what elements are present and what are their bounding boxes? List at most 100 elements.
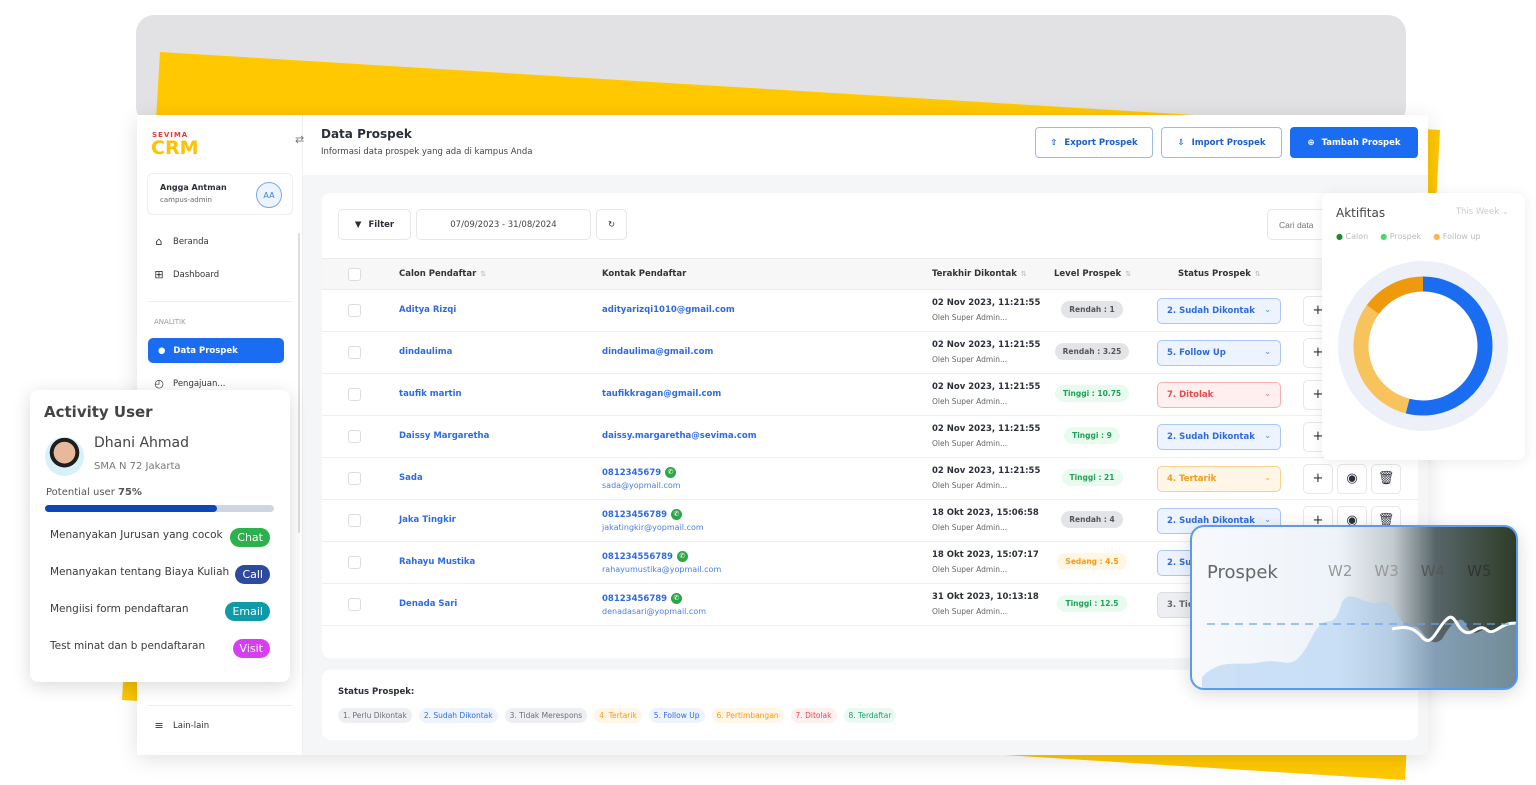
legend-title: Status Prospek: (338, 687, 415, 697)
row-checkbox[interactable] (348, 472, 361, 485)
row-checkbox[interactable] (348, 514, 361, 527)
user-card[interactable]: Angga Antman campus-admin AA (147, 173, 293, 215)
email-link[interactable]: adityarizqi1010@gmail.com (602, 305, 735, 315)
whatsapp-icon[interactable]: ✆ (676, 551, 688, 562)
sidebar-item-dashboard[interactable]: ⊞ Dashboard (153, 268, 219, 281)
plus-circle-icon: ⊕ (1307, 137, 1315, 148)
sidebar-scrollbar[interactable] (298, 233, 300, 533)
level-badge: Tinggi : 21 (1052, 469, 1132, 486)
prospect-name-link[interactable]: Sada (399, 473, 423, 483)
level-badge: Rendah : 1 (1052, 301, 1132, 318)
sidebar-item-beranda[interactable]: ⌂ Beranda (153, 235, 209, 248)
sidebar-item-data-prospek[interactable]: ● Data Prospek (148, 338, 284, 363)
export-label: Export Prospek (1064, 137, 1138, 148)
email-link[interactable]: denadasari@yopmail.com (602, 607, 706, 616)
email-link[interactable]: rahayumustika@yopmail.com (602, 565, 721, 574)
donut-track (1338, 261, 1508, 431)
email-link[interactable]: taufikkragan@gmail.com (602, 389, 721, 399)
period-select[interactable]: This Week ⌄ (1456, 207, 1509, 217)
date-range-picker[interactable]: 07/09/2023 - 31/08/2024 (416, 209, 591, 240)
activity-title: Activity User (44, 403, 153, 421)
activity-tag[interactable]: Visit (232, 639, 270, 658)
prospect-name-link[interactable]: Rahayu Mustika (399, 557, 475, 567)
delete-button[interactable]: 🗑 (1371, 464, 1401, 494)
add-prospek-button[interactable]: ⊕ Tambah Prospek (1290, 127, 1418, 158)
legend-item: ● Follow up (1433, 232, 1481, 241)
select-all-checkbox[interactable] (348, 268, 361, 281)
page-subtitle: Informasi data prospek yang ada di kampu… (321, 147, 533, 157)
import-button[interactable]: ⇩ Import Prospek (1161, 127, 1282, 158)
chevron-down-icon: ⌄ (1264, 389, 1271, 398)
trash-icon: 🗑 (1377, 471, 1395, 486)
refresh-button[interactable]: ↻ (596, 209, 627, 240)
grid-icon: ⊞ (154, 268, 164, 281)
col-level[interactable]: Level Prospek ⇅ (1054, 269, 1131, 279)
phone-link[interactable]: 081234556789 ✆ (602, 551, 688, 562)
email-link[interactable]: jakatingkir@yopmail.com (602, 523, 704, 532)
activity-item-text: Test minat dan b pendaftaran (50, 640, 206, 652)
status-select[interactable]: 4. Tertarik ⌄ (1157, 466, 1281, 492)
prospek-sparkline (1202, 596, 1516, 688)
table-row: taufik martin taufikkragan@gmail.com 02 N… (322, 374, 1418, 416)
status-chip: 8. Terdaftar (843, 708, 897, 723)
prospect-name-link[interactable]: Jaka Tingkir (399, 515, 456, 525)
row-checkbox[interactable] (348, 430, 361, 443)
sidebar-item-label: Pengajuan... (173, 378, 226, 389)
whatsapp-icon[interactable]: ✆ (665, 467, 677, 478)
last-contact-date: 02 Nov 2023, 11:21:55 (932, 382, 1041, 392)
clipboard-icon: ◴ (154, 377, 164, 390)
col-status[interactable]: Status Prospek ⇅ (1178, 269, 1261, 279)
view-button[interactable]: ◉ (1337, 464, 1367, 494)
last-contact-by: Oleh Super Admin... (932, 313, 1008, 322)
email-link[interactable]: dindaulima@gmail.com (602, 347, 713, 357)
email-link[interactable]: sada@yopmail.com (602, 481, 681, 490)
prospect-name-link[interactable]: Daissy Margaretha (399, 431, 489, 441)
filter-button[interactable]: ▼ Filter (338, 209, 411, 240)
status-select[interactable]: 7. Ditolak ⌄ (1157, 382, 1281, 408)
last-contact-date: 18 Okt 2023, 15:06:58 (932, 508, 1039, 518)
whatsapp-icon[interactable]: ✆ (671, 593, 683, 604)
prospect-name-link[interactable]: taufik martin (399, 389, 462, 399)
sidebar-item-label: Data Prospek (173, 345, 238, 356)
sidebar-item-lain-lain[interactable]: ≡ Lain-lain (153, 719, 209, 732)
upload-icon: ⇧ (1050, 137, 1058, 148)
status-select[interactable]: 2. Sudah Dikontak ⌄ (1157, 298, 1281, 324)
legend-chips: 1. Perlu Dikontak 2. Sudah Dikontak 3. Tid… (338, 708, 897, 723)
phone-link[interactable]: 0812345679 ✆ (602, 467, 677, 478)
col-calon[interactable]: Calon Pendaftar ⇅ (399, 269, 486, 279)
activity-tag[interactable]: Chat (230, 528, 270, 547)
whatsapp-icon[interactable]: ✆ (671, 509, 683, 520)
last-contact-date: 02 Nov 2023, 11:21:55 (932, 466, 1041, 476)
section-label: ANALITIK (154, 318, 186, 326)
legend-item: ● Calon (1336, 232, 1369, 241)
table-header: Calon Pendaftar ⇅ Kontak Pendaftar Terakh… (322, 258, 1418, 290)
row-checkbox[interactable] (348, 556, 361, 569)
prospect-name-link[interactable]: Denada Sari (399, 599, 457, 609)
row-checkbox[interactable] (348, 304, 361, 317)
sidebar-item-pengajuan[interactable]: ◴ Pengajuan... (153, 377, 226, 390)
activity-tag[interactable]: Call (235, 565, 270, 584)
home-icon: ⌂ (155, 235, 163, 248)
status-select[interactable]: 2. Sudah Dikontak ⌄ (1157, 424, 1281, 450)
potential-value: 75% (118, 487, 142, 498)
sidebar-item-label: Dashboard (173, 269, 220, 280)
collapse-sidebar-icon[interactable]: ⇄ (295, 133, 304, 146)
activity-tag[interactable]: Email (225, 602, 270, 621)
phone-link[interactable]: 08123456789 ✆ (602, 593, 683, 604)
phone-link[interactable]: 08123456789 ✆ (602, 509, 683, 520)
potential-label: Potential user 75% (46, 487, 142, 498)
divider (147, 705, 293, 706)
export-button[interactable]: ⇧ Export Prospek (1035, 127, 1153, 158)
level-badge: Rendah : 3.25 (1052, 343, 1132, 360)
col-terakhir[interactable]: Terakhir Dikontak ⇅ (932, 269, 1027, 279)
row-checkbox[interactable] (348, 346, 361, 359)
prospect-name-link[interactable]: dindaulima (399, 347, 452, 357)
chevron-down-icon: ⌄ (1264, 431, 1271, 440)
email-link[interactable]: daissy.margaretha@sevima.com (602, 431, 757, 441)
status-select[interactable]: 5. Follow Up ⌄ (1157, 340, 1281, 366)
prospect-name-link[interactable]: Aditya Rizqi (399, 305, 456, 315)
add-button[interactable]: + (1303, 464, 1333, 494)
status-chip: 7. Ditolak (790, 708, 837, 723)
row-checkbox[interactable] (348, 598, 361, 611)
row-checkbox[interactable] (348, 388, 361, 401)
